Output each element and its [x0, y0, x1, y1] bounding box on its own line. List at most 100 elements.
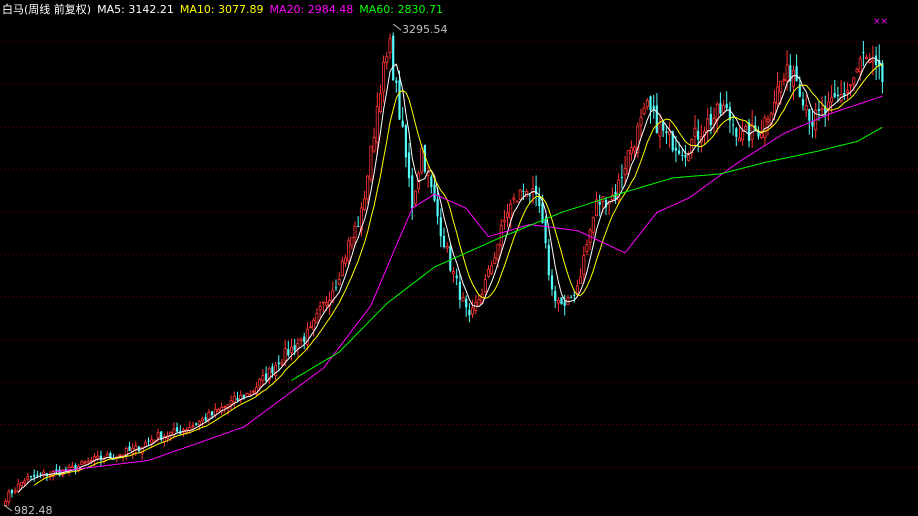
candle-body — [274, 364, 278, 377]
candle-body — [128, 446, 131, 451]
candle-body — [681, 154, 684, 156]
candle-body — [340, 260, 344, 277]
candle-body — [375, 106, 379, 144]
candle-body — [547, 244, 550, 276]
chart-title: 白马(周线 前复权) — [2, 3, 92, 16]
candle-body — [855, 68, 859, 73]
candle-body — [395, 80, 398, 83]
candle-body — [509, 203, 513, 219]
candle-body — [725, 103, 728, 109]
candle-body — [299, 338, 303, 342]
candle-body — [496, 243, 500, 260]
candle-body — [451, 271, 455, 275]
legend-ma5-value: 3142.21 — [128, 3, 174, 16]
candle-body — [709, 113, 712, 125]
candle-body — [442, 235, 446, 247]
candle-body — [251, 390, 255, 393]
candle-body — [687, 154, 691, 161]
candle-body — [70, 466, 74, 469]
candle-body — [195, 423, 198, 425]
candle-body — [29, 475, 33, 477]
candle-body — [369, 145, 373, 180]
candle-body — [757, 132, 760, 137]
candle-body — [843, 92, 846, 96]
candle-body — [213, 408, 217, 416]
candle-body — [735, 128, 738, 137]
candle-body — [39, 473, 42, 475]
candle-body — [19, 481, 23, 487]
candle-body — [10, 489, 13, 494]
candle-body — [83, 461, 87, 464]
candle-body — [353, 226, 357, 239]
candle-body — [229, 400, 233, 405]
candle-body — [216, 408, 220, 412]
candle-body — [471, 307, 475, 315]
candle-body — [575, 285, 579, 294]
candle-body — [265, 373, 268, 381]
candle-body — [449, 246, 452, 271]
candle-body — [413, 190, 417, 205]
candle-body — [350, 236, 354, 246]
candle-body — [147, 440, 150, 442]
high-price-label: 3295.54 — [402, 23, 448, 36]
chart-legend: 白马(周线 前复权) MA5: 3142.21 MA10: 3077.89 MA… — [2, 2, 443, 18]
candle-body — [566, 296, 570, 305]
candle-body — [649, 96, 652, 110]
candle-body — [280, 361, 284, 365]
candle-body — [357, 225, 360, 227]
low-price-label: 982.48 — [14, 504, 53, 516]
candle-body — [836, 94, 839, 97]
candle-body — [118, 454, 122, 457]
candle-body — [830, 97, 834, 103]
candle-body — [197, 420, 201, 426]
candle-body — [80, 461, 84, 466]
candle-body — [433, 184, 436, 201]
candle-body — [347, 240, 351, 262]
candle-body — [554, 290, 557, 301]
candle-body — [156, 432, 160, 439]
candle-body — [518, 189, 522, 201]
candle-body — [261, 374, 265, 381]
candle-body — [312, 319, 316, 330]
legend-ma60-value: 2830.71 — [397, 3, 443, 16]
candle-body — [486, 268, 490, 277]
low-price-marker — [3, 504, 13, 512]
candle-body — [582, 255, 586, 275]
candle-body — [7, 491, 11, 502]
candle-body — [697, 131, 700, 140]
candle-body — [573, 294, 576, 296]
candle-body — [204, 417, 207, 421]
candle-body — [642, 107, 646, 115]
candle-body — [490, 265, 494, 274]
candle-body — [811, 121, 814, 127]
candle-body — [232, 395, 236, 403]
candle-body — [388, 38, 392, 54]
candle-body — [804, 105, 808, 111]
candle-body — [150, 439, 154, 444]
candle-body — [801, 99, 805, 106]
candle-body — [744, 126, 748, 131]
candle-body — [315, 313, 319, 324]
candle-body — [678, 150, 681, 154]
candle-body — [33, 474, 36, 477]
candle-body — [817, 109, 820, 111]
candle-body — [86, 460, 90, 463]
candle-body — [658, 122, 662, 137]
candle-body — [398, 80, 401, 120]
candle-body — [563, 301, 566, 306]
candle-body — [477, 299, 481, 307]
candle-body — [633, 146, 637, 152]
candle-body — [779, 81, 783, 93]
candle-body — [741, 130, 745, 141]
candle-body — [556, 300, 560, 304]
candle-body — [763, 117, 767, 138]
candle-body — [639, 117, 643, 126]
candle-body — [382, 61, 386, 93]
candle-body — [404, 125, 407, 158]
candle-body — [544, 219, 547, 244]
candle-body — [258, 379, 262, 387]
candle-body — [455, 275, 458, 279]
candle-body — [392, 35, 395, 81]
candle-body — [191, 425, 195, 428]
price-grid — [0, 41, 918, 468]
